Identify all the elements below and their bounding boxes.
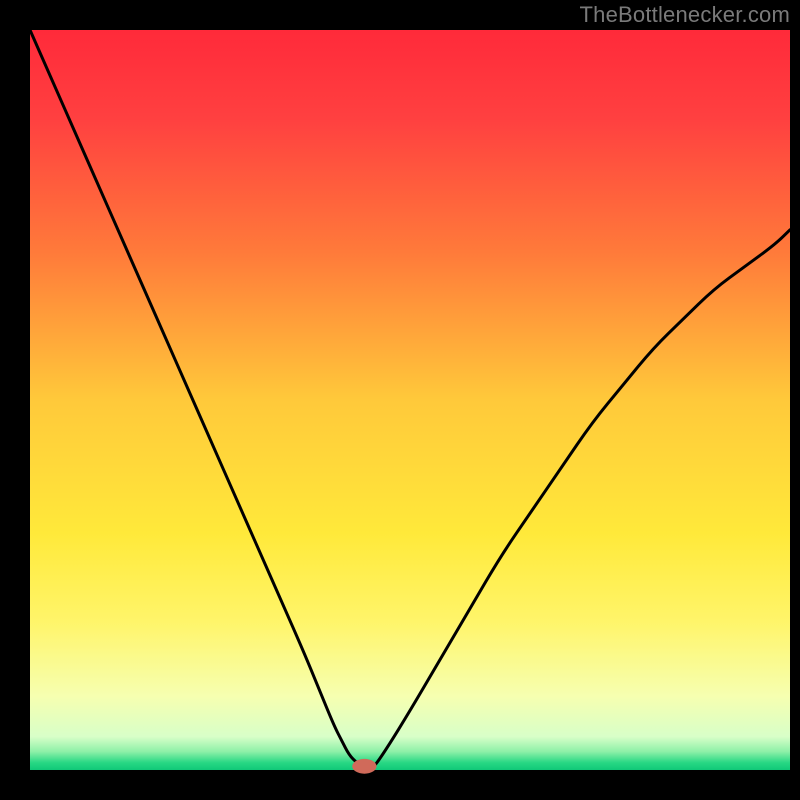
chart-frame: TheBottlenecker.com [0,0,800,800]
optimum-marker [352,759,376,774]
plot-background [30,30,790,770]
watermark-text: TheBottlenecker.com [580,2,790,28]
bottleneck-chart [0,0,800,800]
